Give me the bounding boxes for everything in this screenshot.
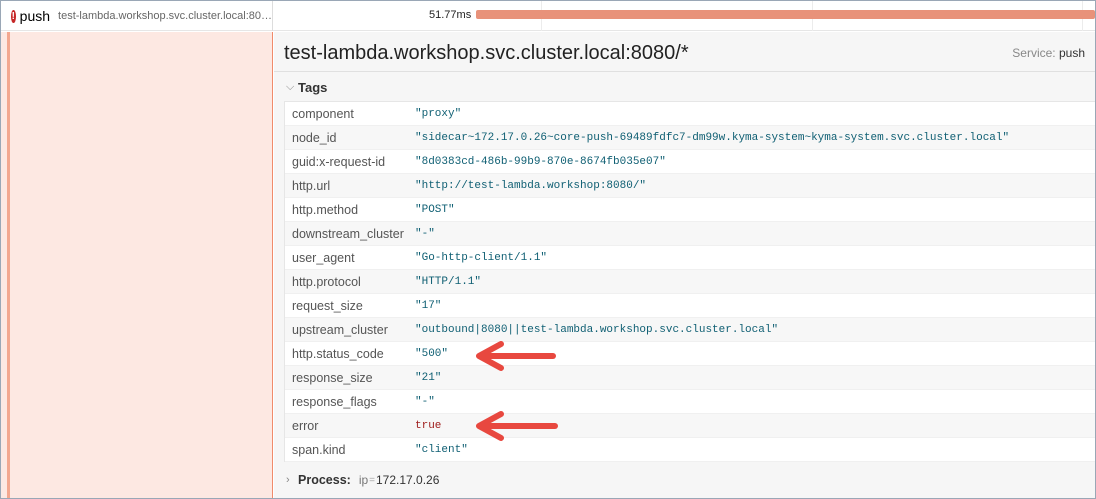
tag-row[interactable]: http.protocol "HTTP/1.1" — [285, 270, 1095, 294]
tag-row[interactable]: response_flags "-" — [285, 390, 1095, 414]
tag-row[interactable]: http.url "http://test-lambda.workshop:808… — [285, 174, 1095, 198]
tag-value: "proxy" — [415, 107, 462, 120]
tag-value: "17" — [415, 299, 442, 312]
tag-key: user_agent — [292, 250, 355, 265]
tag-value: "500" — [415, 347, 449, 360]
tag-row[interactable]: http.method "POST" — [285, 198, 1095, 222]
tag-key: http.protocol — [292, 274, 361, 289]
tag-row[interactable]: guid:x-request-id "8d0383cd-486b-99b9-870… — [285, 150, 1095, 174]
tag-row[interactable]: upstream_cluster "outbound|8080||test-lam… — [285, 318, 1095, 342]
tag-row[interactable]: request_size "17" — [285, 294, 1095, 318]
tag-row[interactable]: span.kind "client" — [285, 438, 1095, 462]
tag-value: "-" — [415, 227, 435, 240]
tag-row[interactable]: downstream_cluster "-" — [285, 222, 1095, 246]
tag-key: response_size — [292, 370, 373, 385]
tag-value: "HTTP/1.1" — [415, 275, 482, 288]
tag-key: node_id — [292, 130, 337, 145]
span-detail-panel: test-lambda.workshop.svc.cluster.local:8… — [274, 32, 1095, 498]
span-timeline[interactable]: 51.77ms — [273, 1, 1095, 31]
span-operation-name: test-lambda.workshop.svc.cluster.local:8… — [58, 10, 272, 22]
span-bar[interactable] — [476, 10, 1095, 19]
process-label: Process: — [298, 473, 351, 487]
tag-key: request_size — [292, 298, 363, 313]
error-icon: ! — [11, 9, 16, 23]
tag-value: "21" — [415, 371, 442, 384]
tag-row[interactable]: component "proxy" — [285, 102, 1095, 126]
trace-view: ! push test-lambda.workshop.svc.cluster.… — [0, 0, 1096, 499]
tag-key: guid:x-request-id — [292, 154, 386, 169]
service-label-value: push — [1058, 46, 1085, 60]
tag-key: response_flags — [292, 394, 377, 409]
tag-row[interactable]: user_agent "Go-http-client/1.1" — [285, 246, 1095, 270]
chevron-right-icon: › — [286, 474, 290, 486]
tags-label: Tags — [298, 80, 328, 95]
tags-toggle[interactable]: ⌵ Tags — [286, 80, 327, 95]
tag-key: http.url — [292, 178, 331, 193]
equals-icon: = — [369, 474, 375, 486]
span-service-name: push — [19, 8, 51, 24]
chevron-down-icon: ⌵ — [286, 81, 295, 93]
tag-value: "http://test-lambda.workshop:8080/" — [415, 179, 647, 192]
process-toggle[interactable]: › Process: ip = 172.17.0.26 — [286, 473, 439, 487]
tag-value: "-" — [415, 395, 435, 408]
tag-key: span.kind — [292, 442, 346, 457]
process-ip-value: 172.17.0.26 — [376, 473, 440, 487]
service-label-key: Service: — [1012, 46, 1056, 60]
span-detail-indent-line — [7, 32, 10, 498]
tag-value: "outbound|8080||test-lambda.workshop.svc… — [415, 323, 779, 336]
divider — [274, 71, 1095, 72]
service-label: Service: push — [1012, 46, 1085, 60]
tags-table: component "proxy" node_id "sidecar~172.17.0… — [284, 101, 1095, 462]
tag-value: "8d0383cd-486b-99b9-870e-8674fb035e07" — [415, 155, 666, 168]
tag-key: error — [292, 418, 319, 433]
span-name-cell[interactable]: ! push test-lambda.workshop.svc.cluster.… — [1, 1, 273, 31]
tag-row[interactable]: node_id "sidecar~172.17.0.26~core-push-69… — [285, 126, 1095, 150]
span-detail-indent — [1, 32, 273, 498]
span-detail-title: test-lambda.workshop.svc.cluster.local:8… — [284, 42, 689, 64]
tag-key: downstream_cluster — [292, 226, 404, 241]
span-row[interactable]: ! push test-lambda.workshop.svc.cluster.… — [1, 1, 1095, 31]
process-ip-key: ip — [358, 473, 369, 487]
tag-value: "POST" — [415, 203, 455, 216]
tag-row[interactable]: response_size "21" — [285, 366, 1095, 390]
tag-key: component — [292, 106, 354, 121]
span-duration: 51.77ms — [429, 9, 472, 21]
tag-value: "client" — [415, 443, 468, 456]
tag-value: "Go-http-client/1.1" — [415, 251, 548, 264]
tag-value: true — [415, 419, 442, 432]
tag-key: upstream_cluster — [292, 322, 388, 337]
tag-row[interactable]: error true — [285, 414, 1095, 438]
tag-row[interactable]: http.status_code "500" — [285, 342, 1095, 366]
tag-key: http.status_code — [292, 346, 384, 361]
tag-value: "sidecar~172.17.0.26~core-push-69489fdfc… — [415, 131, 1010, 144]
tag-key: http.method — [292, 202, 359, 217]
